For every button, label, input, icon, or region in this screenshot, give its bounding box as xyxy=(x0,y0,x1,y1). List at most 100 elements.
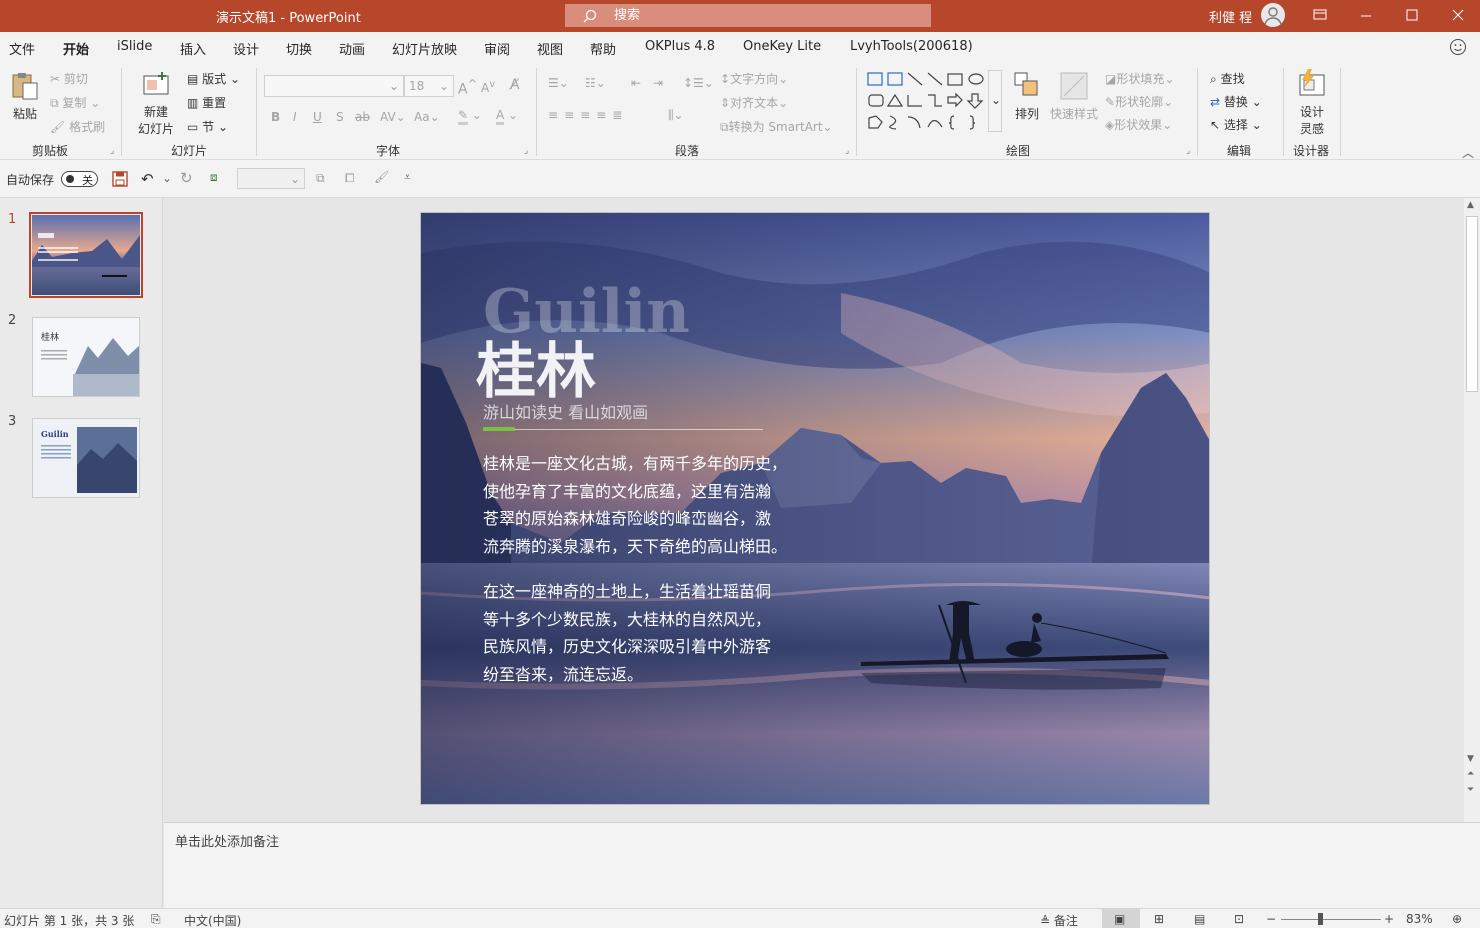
notes-toggle[interactable]: ≜ 备注 xyxy=(1040,912,1078,928)
tab-islide[interactable]: iSlide xyxy=(117,39,152,54)
char-spacing-button[interactable]: AV⌄ xyxy=(380,110,406,124)
shape-outline-button[interactable]: ✎形状轮廓⌄ xyxy=(1105,93,1173,110)
language[interactable]: 中文(中国) xyxy=(184,912,241,928)
line-spacing-button[interactable]: ↕☰⌄ xyxy=(683,76,714,90)
slide-thumbnail-2[interactable]: 桂林 xyxy=(32,317,140,397)
cut-button[interactable]: ✂ 剪切 xyxy=(50,70,88,87)
highlight-button[interactable]: ✎ ⌄ xyxy=(458,108,482,125)
find-button[interactable]: ⌕ 查找 xyxy=(1210,70,1245,87)
zoom-level[interactable]: 83% xyxy=(1406,912,1433,926)
normal-view-button[interactable]: ▣ xyxy=(1102,909,1140,928)
collapse-ribbon-icon[interactable]: ︿ xyxy=(1462,144,1474,161)
copy-button[interactable]: ⧉ 复制 ⌄ xyxy=(50,94,100,111)
tab-slideshow[interactable]: 幻灯片放映 xyxy=(392,39,457,58)
tab-home[interactable]: 开始 xyxy=(63,39,90,65)
scrollbar-thumb[interactable] xyxy=(1466,216,1478,392)
save-icon[interactable] xyxy=(112,171,128,187)
align-buttons[interactable]: ≡≡≡≡≣ xyxy=(548,108,628,122)
tab-help[interactable]: 帮助 xyxy=(590,39,616,58)
fit-slide-icon[interactable]: ⊕ xyxy=(1452,912,1462,926)
user-name[interactable]: 利健 程 xyxy=(1209,7,1252,26)
dialog-launcher-icon[interactable]: ⌟ xyxy=(110,146,114,156)
increase-indent-button[interactable]: ⇥ xyxy=(653,76,663,90)
font-size-dropdown[interactable]: 18 ⌄ xyxy=(404,75,454,97)
maximize-button[interactable] xyxy=(1389,0,1435,32)
grow-font-button[interactable]: A^ xyxy=(458,77,477,98)
reset-button[interactable]: ▥ 重置 xyxy=(187,94,226,111)
clear-format-button[interactable]: A̸ xyxy=(510,77,520,93)
tab-insert[interactable]: 插入 xyxy=(180,39,206,58)
close-button[interactable] xyxy=(1435,0,1480,32)
redo-icon[interactable]: ↻ xyxy=(180,169,193,187)
body-paragraph-1[interactable]: 桂林是一座文化古城，有两千多年的历史， 使他孕育了丰富的文化底蕴，这里有浩瀚 苍… xyxy=(483,450,787,560)
section-button[interactable]: ▭ 节 ⌄ xyxy=(187,118,228,135)
autosave-toggle[interactable]: 关 xyxy=(61,171,98,187)
minimize-button[interactable] xyxy=(1343,0,1389,32)
zoom-slider[interactable] xyxy=(1281,919,1381,920)
reading-view-icon[interactable]: ▤ xyxy=(1194,912,1205,926)
text-direction-button[interactable]: ↕文字方向⌄ xyxy=(720,70,788,87)
tab-onekey[interactable]: OneKey Lite xyxy=(743,39,821,54)
shadow-button[interactable]: S xyxy=(336,110,344,124)
scroll-down-icon[interactable]: ▼ xyxy=(1467,754,1474,764)
tab-review[interactable]: 审阅 xyxy=(484,39,510,58)
search-box[interactable]: 搜索 xyxy=(565,4,931,27)
avatar[interactable] xyxy=(1261,3,1285,27)
slideshow-icon[interactable]: ⊡ xyxy=(1234,912,1244,926)
bold-button[interactable]: B xyxy=(271,110,280,124)
zoom-out-icon[interactable]: − xyxy=(1266,912,1276,926)
decrease-indent-button[interactable]: ⇤ xyxy=(631,76,641,90)
brush-icon[interactable]: 🖌 xyxy=(374,170,389,184)
dialog-launcher-icon[interactable]: ⌟ xyxy=(1186,146,1190,156)
italic-button[interactable]: I xyxy=(293,110,297,124)
group-icon[interactable]: ⧉ xyxy=(316,171,325,186)
columns-button[interactable]: ⫼⌄ xyxy=(668,108,684,123)
previous-slide-icon[interactable]: ⏶ xyxy=(1467,769,1474,779)
dialog-launcher-icon[interactable]: ⌟ xyxy=(845,146,849,156)
underline-button[interactable]: U xyxy=(313,110,322,124)
tab-animations[interactable]: 动画 xyxy=(339,39,365,58)
tab-file[interactable]: 文件 xyxy=(9,39,35,58)
chevron-down-icon[interactable]: ⌄ xyxy=(162,171,172,185)
slide-sorter-icon[interactable]: ⊞ xyxy=(1154,912,1164,926)
new-slide-button[interactable]: 新建 幻灯片 xyxy=(132,70,180,137)
tab-lvyhtools[interactable]: LvyhTools(200618) xyxy=(850,39,973,54)
ungroup-icon[interactable]: ⧠ xyxy=(345,171,355,186)
spellcheck-icon[interactable]: ⎘ xyxy=(151,912,161,927)
paste-button[interactable]: 粘贴 xyxy=(9,70,41,132)
bullets-button[interactable]: ☰⌄ xyxy=(548,76,569,90)
current-slide[interactable]: Guilin 桂林 游山如读史 看山如观画 桂林是一座文化古城，有两千多年的历史… xyxy=(420,212,1210,805)
slideshow-start-icon[interactable]: ⧈ xyxy=(210,170,218,185)
layout-button[interactable]: ▤ 版式 ⌄ xyxy=(187,70,240,87)
scroll-up-icon[interactable]: ▲ xyxy=(1467,200,1474,210)
shape-effects-button[interactable]: ◈形状效果⌄ xyxy=(1105,116,1172,133)
undo-icon[interactable]: ↶ xyxy=(141,170,154,188)
arrange-button[interactable]: 排列 xyxy=(1012,70,1042,122)
slide-subtitle[interactable]: 游山如读史 看山如观画 xyxy=(483,399,648,423)
quick-styles-button[interactable]: 快速样式 xyxy=(1049,70,1099,122)
dialog-launcher-icon[interactable]: ⌟ xyxy=(524,146,528,156)
zoom-in-icon[interactable]: + xyxy=(1384,912,1394,926)
tab-view[interactable]: 视图 xyxy=(537,39,563,58)
tab-design[interactable]: 设计 xyxy=(233,39,259,58)
body-paragraph-2[interactable]: 在这一座神奇的土地上，生活着壮瑶苗侗 等十多个少数民族，大桂林的自然风光， 民族… xyxy=(483,578,771,688)
slide-title[interactable]: 桂林 xyxy=(476,323,596,410)
ribbon-display-button[interactable] xyxy=(1297,0,1343,32)
tab-transitions[interactable]: 切换 xyxy=(286,39,312,58)
shape-fill-button[interactable]: ◪形状填充⌄ xyxy=(1105,70,1174,87)
replace-button[interactable]: ⇄ 替换 ⌄ xyxy=(1210,93,1262,110)
customize-qat-icon[interactable]: ⩡ xyxy=(404,170,411,185)
smiley-icon[interactable] xyxy=(1449,38,1467,56)
font-name-dropdown[interactable]: ⌄ xyxy=(264,75,404,97)
smartart-button[interactable]: ⧉转换为 SmartArt⌄ xyxy=(720,118,833,135)
notes-pane[interactable]: 单击此处添加备注 xyxy=(164,822,1480,908)
shapes-gallery[interactable] xyxy=(866,70,986,132)
slide-thumbnail-3[interactable]: Guilin xyxy=(32,418,140,498)
design-ideas-button[interactable]: 设计 灵感 xyxy=(1294,68,1330,137)
zoom-slider-thumb[interactable] xyxy=(1318,913,1323,925)
numbering-button[interactable]: ☷⌄ xyxy=(585,76,606,90)
shrink-font-button[interactable]: Av xyxy=(481,79,495,95)
strikethrough-button[interactable]: ab xyxy=(355,110,370,124)
vertical-scrollbar[interactable]: ▲ ▼ ⏶ ⏷ xyxy=(1464,198,1480,822)
font-color-button[interactable]: A ⌄ xyxy=(496,108,518,125)
